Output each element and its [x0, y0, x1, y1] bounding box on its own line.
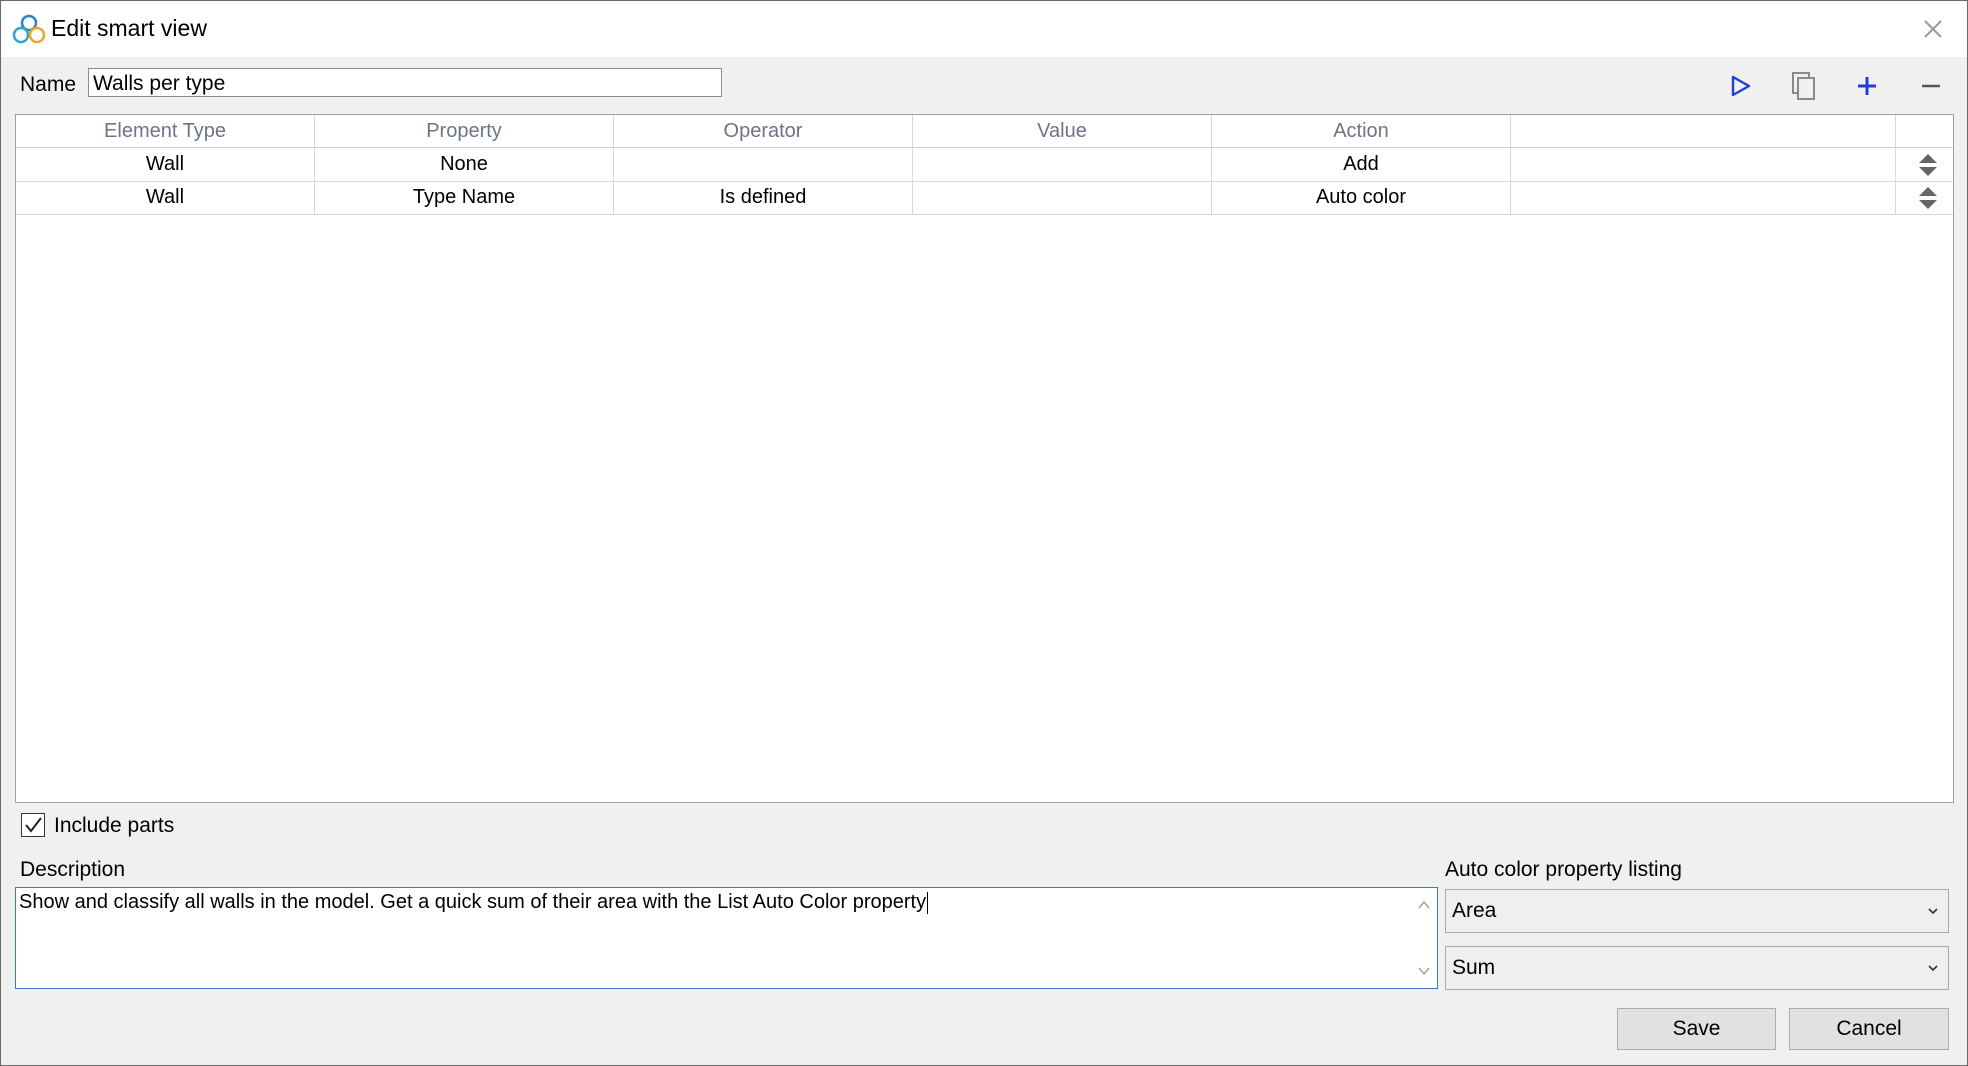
cell-value[interactable] — [913, 181, 1212, 214]
column-header-element-type[interactable]: Element Type — [16, 115, 315, 147]
description-textarea[interactable]: Show and classify all walls in the model… — [15, 887, 1438, 989]
cell-value[interactable] — [913, 148, 1212, 181]
cancel-button[interactable]: Cancel — [1789, 1008, 1949, 1050]
cell-action[interactable]: Auto color — [1212, 181, 1511, 214]
play-icon — [1731, 75, 1751, 97]
run-button[interactable] — [1722, 67, 1760, 105]
add-rule-button[interactable] — [1848, 67, 1886, 105]
copy-icon — [1792, 72, 1815, 100]
cell-element-type[interactable]: Wall — [16, 181, 315, 214]
title-bar: Edit smart view — [1, 1, 1967, 57]
description-text: Show and classify all walls in the model… — [19, 891, 929, 914]
duplicate-button[interactable] — [1785, 67, 1823, 105]
table-row[interactable]: Wall None Add — [16, 148, 1953, 182]
auto-color-property-select[interactable]: Area — [1445, 889, 1949, 933]
cell-action[interactable]: Add — [1212, 148, 1511, 181]
chevron-down-icon — [1928, 965, 1938, 972]
save-button[interactable]: Save — [1617, 1008, 1776, 1050]
table-row[interactable]: Wall Type Name Is defined Auto color — [16, 181, 1953, 215]
column-header-value[interactable]: Value — [913, 115, 1212, 147]
text-caret — [927, 891, 929, 914]
cell-property[interactable]: Type Name — [315, 181, 614, 214]
reorder-updown-icon[interactable] — [1917, 152, 1939, 178]
cell-operator[interactable] — [614, 148, 913, 181]
app-logo-icon — [12, 14, 46, 44]
auto-color-aggregate-value: Sum — [1452, 956, 1496, 979]
grid-header: Element Type Property Operator Value Act… — [16, 115, 1953, 148]
window-title: Edit smart view — [51, 15, 207, 41]
column-header-action[interactable]: Action — [1212, 115, 1511, 147]
column-header-operator[interactable]: Operator — [614, 115, 913, 147]
name-input[interactable]: Walls per type — [88, 68, 722, 97]
column-header-extra — [1511, 115, 1896, 147]
description-label: Description — [20, 858, 126, 881]
scroll-up-icon[interactable] — [1417, 898, 1431, 912]
checkmark-icon — [25, 817, 42, 833]
close-icon[interactable] — [1917, 13, 1949, 45]
remove-icon — [1922, 84, 1940, 88]
auto-color-property-value: Area — [1452, 899, 1497, 922]
auto-color-label: Auto color property listing — [1445, 858, 1682, 881]
chevron-down-icon — [1928, 908, 1938, 915]
add-icon — [1858, 77, 1876, 95]
column-header-property[interactable]: Property — [315, 115, 614, 147]
edit-smart-view-dialog: Edit smart view Name Walls per type Elem… — [0, 0, 1968, 1066]
cell-extra — [1511, 148, 1896, 181]
cell-property[interactable]: None — [315, 148, 614, 181]
name-label: Name — [20, 73, 77, 96]
rules-grid[interactable]: Element Type Property Operator Value Act… — [15, 114, 1954, 803]
include-parts-label[interactable]: Include parts — [54, 814, 174, 838]
include-parts-checkbox[interactable] — [21, 813, 45, 837]
cell-operator[interactable]: Is defined — [614, 181, 913, 214]
remove-rule-button[interactable] — [1912, 67, 1950, 105]
cell-element-type[interactable]: Wall — [16, 148, 315, 181]
reorder-updown-icon[interactable] — [1917, 185, 1939, 211]
cell-extra — [1511, 181, 1896, 214]
auto-color-aggregate-select[interactable]: Sum — [1445, 946, 1949, 990]
scroll-down-icon[interactable] — [1417, 964, 1431, 978]
